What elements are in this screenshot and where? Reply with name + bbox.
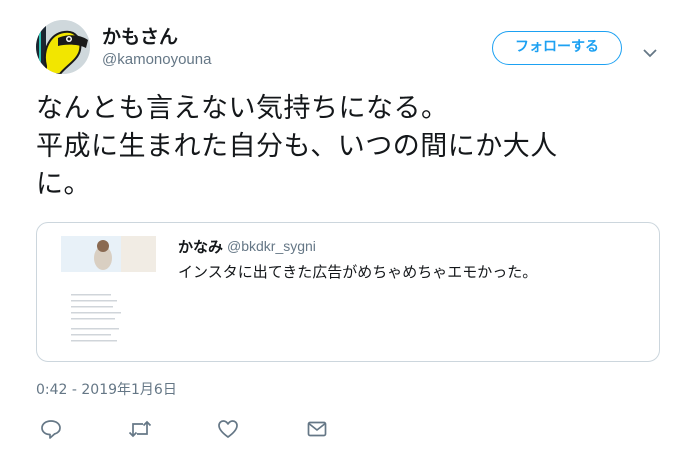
duck-avatar-icon: [36, 20, 90, 74]
thumbnail-image-icon: [61, 236, 156, 348]
follow-button[interactable]: フォローする: [492, 31, 622, 65]
retweet-icon[interactable]: [128, 418, 152, 440]
author-name[interactable]: かもさん: [102, 22, 178, 49]
tweet-text: なんとも言えない気持ちになる。 平成に生まれた自分も、いつの間にか大人 に。: [36, 93, 558, 200]
quoted-author-handle: @bkdkr_sygni: [227, 238, 316, 254]
author-handle[interactable]: @kamonoyouna: [102, 51, 211, 68]
quoted-tweet-text: インスタに出てきた広告がめちゃめちゃエモかった。: [178, 263, 538, 281]
reply-icon[interactable]: [40, 418, 62, 440]
quoted-tweet-card[interactable]: かなみ @bkdkr_sygni インスタに出てきた広告がめちゃめちゃエモかった…: [36, 222, 660, 362]
like-icon[interactable]: [217, 418, 239, 440]
chevron-down-icon[interactable]: [643, 43, 657, 58]
direct-message-icon[interactable]: [306, 418, 328, 440]
author-avatar[interactable]: [36, 20, 90, 74]
quoted-tweet-thumbnail[interactable]: [61, 236, 156, 348]
quoted-author-name: かなみ: [178, 238, 224, 256]
tweet-timestamp[interactable]: 0:42 - 2019年1月6日: [36, 379, 177, 399]
